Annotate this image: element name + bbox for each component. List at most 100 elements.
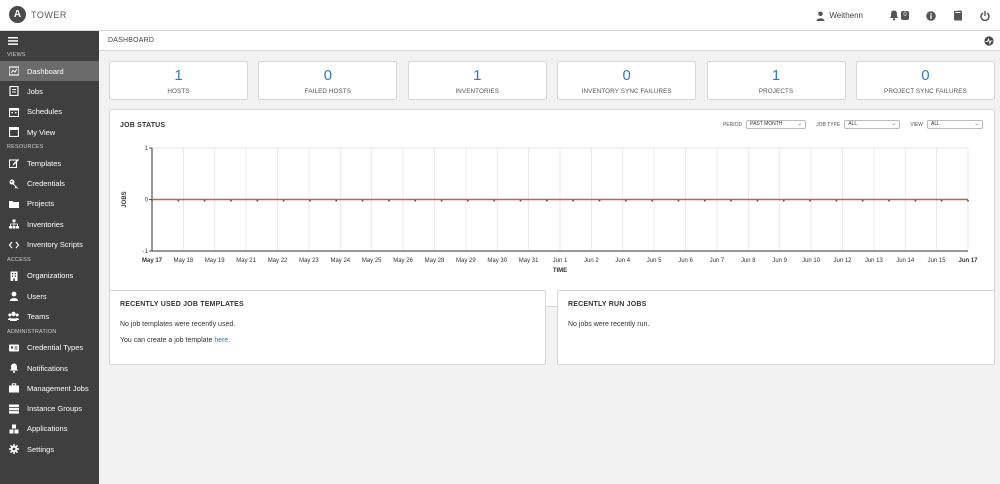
data-point [440,199,443,202]
sidebar-item-label: Dashboard [27,66,64,76]
data-point [572,199,575,202]
main-content: DASHBOARD 1 HOSTS 0 FAILED HOSTS 1 INVEN… [99,31,1000,484]
sidebar-item-settings[interactable]: Settings [0,439,99,459]
count-card-failed-hosts[interactable]: 0 FAILED HOSTS [258,61,398,100]
menu-toggle-button[interactable] [0,31,99,50]
x-tick-label: Jun 17 [958,258,978,264]
documentation-button[interactable] [951,9,965,23]
sidebar-item-label: Notifications [27,363,68,373]
count-card-project-sync-failures[interactable]: 0 PROJECT SYNC FAILURES [855,61,995,100]
data-point [335,199,338,202]
sidebar-item-notifications[interactable]: Notifications [0,358,99,378]
y-tick-label: 0 [145,198,149,204]
sidebar-item-label: Projects [27,199,55,209]
id-card-icon [8,342,19,353]
x-tick-label: May 19 [205,258,225,264]
count-card-hosts[interactable]: 1 HOSTS [109,61,248,100]
about-button[interactable] [924,9,938,23]
sidebar-item-label: Credential Types [27,343,84,353]
notifications-button[interactable]: 0 [887,9,911,23]
section-label-views: VIEWS [7,52,26,58]
sidebar-item-projects[interactable]: Projects [0,194,99,214]
job-status-chart: 1 0 -1 May 17 May 18 May 19 May 21 May 22 May 23… [122,146,978,274]
count-label: HOSTS [167,88,190,95]
count-value: 0 [622,67,631,84]
sidebar-item-label: Users [27,291,47,301]
sidebar: VIEWS Dashboard Jobs Schedules My View R… [0,31,99,484]
sidebar-item-label: Schedules [27,107,63,117]
section-label-resources: RESOURCES [7,144,44,151]
data-point [466,199,469,202]
data-point [967,199,969,202]
sidebar-item-management-jobs[interactable]: Management Jobs [0,378,99,398]
x-tick-label: May 21 [236,258,256,264]
create-template-prefix: You can create a job template [120,337,215,344]
sidebar-item-organizations[interactable]: Organizations [0,266,99,286]
brand[interactable]: A TOWER [9,6,67,23]
sidebar-item-label: My View [27,127,56,137]
data-point [651,199,654,202]
data-point [519,199,522,202]
data-point [835,199,838,202]
count-value: 0 [921,67,930,84]
create-template-link[interactable]: here [214,337,228,344]
calendar-icon [8,106,19,117]
sidebar-item-inventory-scripts[interactable]: Inventory Scripts [0,234,99,254]
sidebar-item-users[interactable]: Users [0,286,99,306]
sidebar-item-applications[interactable]: Applications [0,419,99,439]
y-axis-label: JOBS [122,191,128,207]
count-label: INVENTORIES [455,88,500,95]
activity-stream-button[interactable] [984,36,994,48]
count-card-inventories[interactable]: 1 INVENTORIES [407,61,547,100]
gear-icon [8,444,19,455]
x-tick-label: May 23 [299,258,319,264]
sidebar-item-credential-types[interactable]: Credential Types [0,338,99,358]
server-icon [8,403,19,414]
users-icon [8,311,19,322]
recent-jobs-title: RECENTLY RUN JOBS [568,301,647,308]
sidebar-item-instance-groups[interactable]: Instance Groups [0,398,99,418]
current-user-link[interactable]: Weithenn [816,11,863,21]
count-label: PROJECT SYNC FAILURES [884,88,967,95]
x-tick-label: May 24 [330,258,350,264]
bell-icon [890,10,899,21]
key-icon [8,178,19,189]
sidebar-item-teams[interactable]: Teams [0,306,99,326]
x-tick-label: Jun 1 [553,258,568,264]
ansible-logo: A [9,6,26,23]
data-point [809,199,811,202]
sidebar-item-inventories[interactable]: Inventories [0,214,99,234]
x-tick-label: Jun 13 [865,258,884,264]
logout-button[interactable] [978,9,992,23]
x-tick-label: Jun 15 [928,258,947,264]
count-value: 0 [323,67,333,84]
count-card-projects[interactable]: 1 PROJECTS [706,61,846,100]
breadcrumb-bar: DASHBOARD [99,31,1000,51]
x-tick-label: May 17 [142,258,163,264]
sidebar-item-dashboard[interactable]: Dashboard [0,61,99,82]
sidebar-item-jobs[interactable]: Jobs [0,81,99,101]
folder-icon [8,198,19,209]
section-label-administration: ADMINISTRATION [7,328,57,335]
sidebar-item-credentials[interactable]: Credentials [0,173,99,193]
x-tick-label: Jun 7 [710,258,725,264]
activity-stream-icon [984,36,994,46]
code-icon [8,239,19,250]
y-tick-label: 1 [145,146,149,152]
x-tick-label: Jun 2 [584,258,599,264]
sidebar-item-label: Inventories [27,219,64,229]
count-cards: 1 HOSTS 0 FAILED HOSTS 1 INVENTORIES 0 I… [109,61,995,100]
count-label: PROJECTS [758,88,794,95]
sidebar-item-schedules[interactable]: Schedules [0,102,99,122]
data-point [624,199,627,202]
x-tick-label: May 18 [174,258,194,264]
sidebar-item-label: Jobs [27,86,43,96]
sidebar-item-templates[interactable]: Templates [0,153,99,173]
count-card-inventory-sync-failures[interactable]: 0 INVENTORY SYNC FAILURES [557,61,697,100]
data-point [388,199,390,202]
data-point [230,199,232,202]
x-axis-label: TIME [553,268,567,274]
book-icon [954,10,962,21]
sidebar-item-my-view[interactable]: My View [0,122,99,142]
data-point [756,199,759,202]
